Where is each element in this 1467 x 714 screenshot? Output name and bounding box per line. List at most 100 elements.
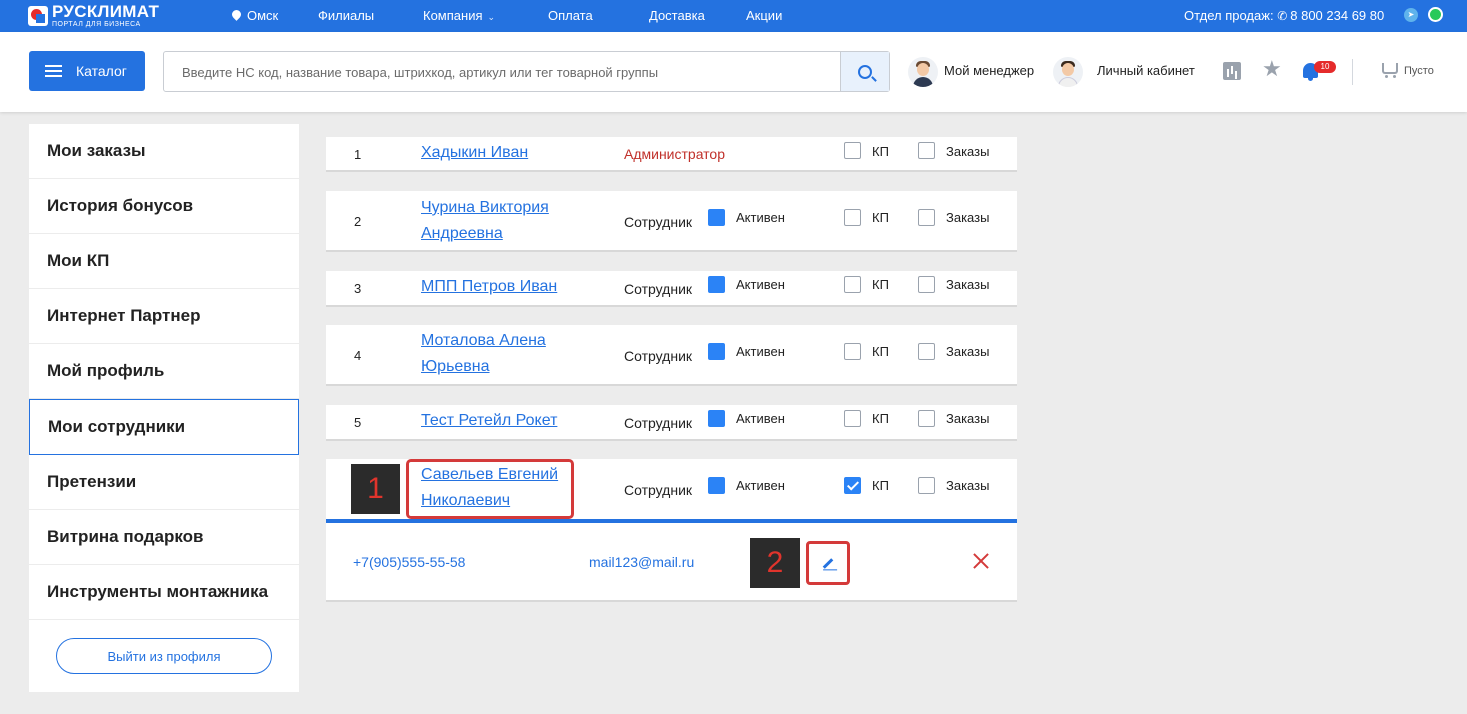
employee-role: Администратор: [624, 146, 726, 162]
phone-icon: ✆: [1277, 9, 1288, 23]
sales-phone: 8 800 234 69 80: [1290, 8, 1385, 23]
nav-delivery[interactable]: Доставка: [649, 8, 705, 23]
table-row: 4 Моталова Алена Юрьевна Сотрудник Актив…: [326, 325, 1017, 386]
table-row: 5 Тест Ретейл Рокет Сотрудник Активен КП…: [326, 405, 1017, 441]
orders-checkbox[interactable]: [918, 477, 935, 494]
nav-payment[interactable]: Оплата: [548, 8, 593, 23]
nav-company-label: Компания: [423, 8, 483, 23]
catalog-button[interactable]: Каталог: [29, 51, 145, 91]
employee-role: Сотрудник: [624, 482, 693, 498]
kp-checkbox[interactable]: [844, 276, 861, 293]
edit-employee-button[interactable]: [806, 541, 850, 585]
active-label: Активен: [736, 344, 785, 359]
logo[interactable]: РУСКЛИМАТ ПОРТАЛ ДЛЯ БИЗНЕСА: [28, 3, 159, 28]
sidebar-item-internet-partner[interactable]: Интернет Партнер: [29, 289, 299, 344]
sidebar-item-my-profile[interactable]: Мой профиль: [29, 344, 299, 399]
orders-label: Заказы: [946, 210, 990, 225]
employee-name-link[interactable]: Чурина Виктория Андреевна: [421, 195, 571, 247]
employee-name-link[interactable]: Моталова Алена Юрьевна: [421, 328, 571, 380]
personal-account-link[interactable]: Личный кабинет: [1097, 63, 1195, 78]
active-checkbox[interactable]: [708, 477, 725, 494]
nav-company[interactable]: Компания ⌄: [423, 8, 495, 23]
pencil-icon: [822, 557, 834, 569]
whatsapp-icon[interactable]: [1428, 7, 1443, 22]
search-icon: [858, 64, 872, 79]
notifications-badge: 10: [1314, 61, 1336, 73]
header: Каталог Мой менеджер Личный кабинет ★ 10…: [0, 32, 1467, 112]
active-checkbox[interactable]: [708, 276, 725, 293]
active-checkbox[interactable]: [708, 209, 725, 226]
sidebar-item-my-orders[interactable]: Мои заказы: [29, 124, 299, 179]
active-label: Активен: [736, 411, 785, 426]
account-avatar[interactable]: [1053, 57, 1083, 87]
active-label: Активен: [736, 478, 785, 493]
row-number: 3: [354, 281, 362, 296]
sales-label: Отдел продаж:: [1184, 8, 1274, 23]
row-number: 2: [354, 214, 362, 229]
logo-mark-icon: [28, 5, 48, 26]
employee-phone[interactable]: +7(905)555-55-58: [353, 554, 465, 570]
employee-role: Сотрудник: [624, 281, 693, 297]
orders-label: Заказы: [946, 411, 990, 426]
logo-subtitle: ПОРТАЛ ДЛЯ БИЗНЕСА: [52, 21, 141, 28]
orders-checkbox[interactable]: [918, 276, 935, 293]
logout-button[interactable]: Выйти из профиля: [56, 638, 272, 674]
employee-role: Сотрудник: [624, 214, 693, 230]
telegram-icon[interactable]: ➤: [1404, 8, 1418, 22]
nav-promotions[interactable]: Акции: [746, 8, 782, 23]
row-number: 1: [354, 147, 362, 162]
employee-name-link[interactable]: МПП Петров Иван: [421, 274, 557, 300]
kp-label: КП: [872, 411, 889, 426]
employee-name-link[interactable]: Хадыкин Иван: [421, 140, 528, 166]
kp-checkbox[interactable]: [844, 209, 861, 226]
compare-chart-icon[interactable]: [1223, 62, 1241, 80]
employee-name-link[interactable]: Тест Ретейл Рокет: [421, 408, 557, 434]
sidebar-item-claims[interactable]: Претензии: [29, 455, 299, 510]
sidebar-item-bonus-history[interactable]: История бонусов: [29, 179, 299, 234]
logo-title: РУСКЛИМАТ: [52, 2, 160, 21]
sidebar-item-my-kp[interactable]: Мои КП: [29, 234, 299, 289]
table-row: 3 МПП Петров Иван Сотрудник Активен КП З…: [326, 271, 1017, 307]
orders-label: Заказы: [946, 277, 990, 292]
kp-label: КП: [872, 277, 889, 292]
kp-label: КП: [872, 344, 889, 359]
employee-email[interactable]: mail123@mail.ru: [589, 554, 694, 570]
active-label: Активен: [736, 210, 785, 225]
sidebar-item-my-employees[interactable]: Мои сотрудники: [29, 399, 299, 455]
manager-avatar[interactable]: [908, 57, 938, 87]
orders-label: Заказы: [946, 344, 990, 359]
my-manager-link[interactable]: Мой менеджер: [944, 63, 1034, 78]
orders-checkbox[interactable]: [918, 142, 935, 159]
delete-employee-close-icon[interactable]: [971, 551, 991, 571]
step-2-marker: 2: [750, 538, 800, 588]
kp-checkbox[interactable]: [844, 477, 861, 494]
city-label: Омск: [247, 8, 279, 23]
search-box: [163, 51, 890, 92]
favorites-star-icon[interactable]: ★: [1262, 58, 1282, 80]
step-1-marker: 1: [351, 464, 400, 514]
sidebar-item-installer-tools[interactable]: Инструменты монтажника: [29, 565, 299, 620]
cart-icon[interactable]: [1382, 63, 1398, 78]
city-selector[interactable]: Омск: [230, 8, 279, 23]
orders-label: Заказы: [946, 478, 990, 493]
search-button[interactable]: [840, 52, 889, 91]
sales-contact[interactable]: Отдел продаж: ✆ 8 800 234 69 80: [1184, 8, 1384, 23]
orders-checkbox[interactable]: [918, 343, 935, 360]
active-checkbox[interactable]: [708, 410, 725, 427]
cart-status[interactable]: Пусто: [1404, 65, 1434, 77]
kp-checkbox[interactable]: [844, 343, 861, 360]
nav-branches[interactable]: Филиалы: [318, 8, 374, 23]
orders-checkbox[interactable]: [918, 209, 935, 226]
step-1-highlight: [406, 459, 574, 519]
kp-label: КП: [872, 144, 889, 159]
sidebar-item-gift-showcase[interactable]: Витрина подарков: [29, 510, 299, 565]
employee-role: Сотрудник: [624, 348, 693, 364]
location-pin-icon: [230, 8, 243, 21]
kp-label: КП: [872, 210, 889, 225]
kp-checkbox[interactable]: [844, 142, 861, 159]
kp-checkbox[interactable]: [844, 410, 861, 427]
search-input[interactable]: [182, 62, 822, 82]
orders-checkbox[interactable]: [918, 410, 935, 427]
active-checkbox[interactable]: [708, 343, 725, 360]
top-bar: РУСКЛИМАТ ПОРТАЛ ДЛЯ БИЗНЕСА Омск Филиал…: [0, 0, 1467, 32]
